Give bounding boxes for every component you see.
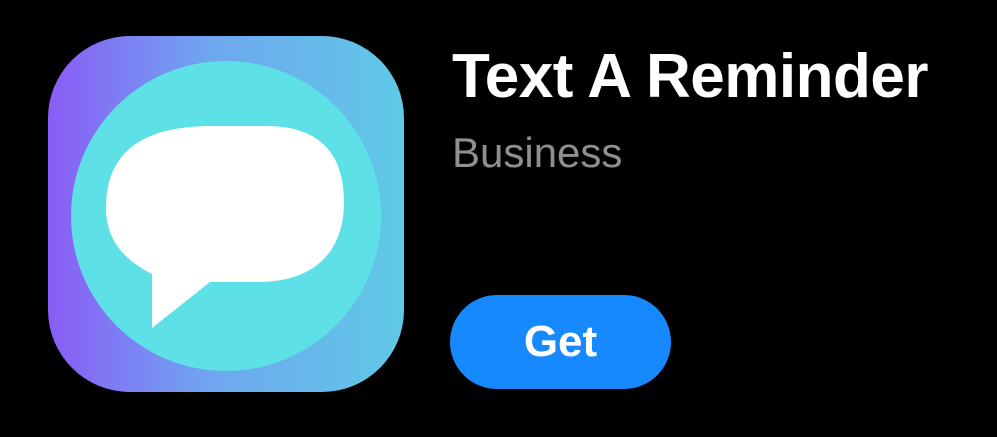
speech-bubble-icon [48, 36, 404, 392]
get-button[interactable]: Get [450, 295, 671, 389]
app-title: Text A Reminder [452, 42, 928, 111]
app-category: Business [452, 129, 623, 176]
app-icon [48, 36, 404, 392]
